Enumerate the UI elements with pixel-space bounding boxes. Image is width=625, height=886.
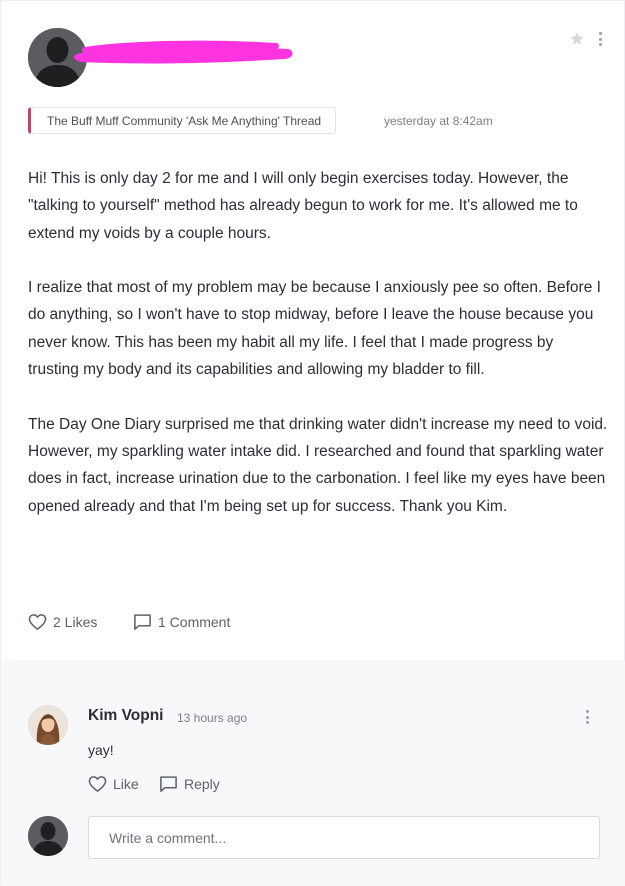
user-silhouette-icon [28,816,68,856]
comment-reply-label: Reply [184,776,220,792]
comments-label: 1 Comment [158,614,231,630]
kim-vopni-photo [28,705,68,745]
comment-icon [160,776,177,792]
star-icon[interactable] [569,31,585,47]
post-timestamp[interactable]: yesterday at 8:42am [384,114,493,128]
post-paragraph: The Day One Diary surprised me that drin… [28,415,608,515]
post-options-icon[interactable] [595,30,605,48]
heart-icon [88,776,107,792]
comment-like-label: Like [113,776,139,792]
post-paragraph: Hi! This is only day 2 for me and I will… [28,170,578,242]
comment-options-icon[interactable] [582,708,592,726]
commenter-avatar[interactable] [28,705,68,745]
comment-like-button[interactable]: Like [88,775,139,793]
post-paragraph: I realize that most of my problem may be… [28,279,601,379]
comments-button[interactable]: 1 Comment [133,613,230,631]
thread-tag-link[interactable]: The Buff Muff Community 'Ask Me Anything… [28,107,337,134]
comment-icon [134,614,151,630]
heart-icon [28,614,47,630]
current-user-avatar [28,816,68,856]
comment-input[interactable] [88,816,600,859]
comment-reply-button[interactable]: Reply [159,775,220,793]
likes-label: 2 Likes [53,614,98,630]
comment-timestamp: 13 hours ago [177,711,248,725]
likes-button[interactable]: 2 Likes [28,613,97,631]
comment-author[interactable]: Kim Vopni [88,707,164,725]
post-card: The Buff Muff Community 'Ask Me Anything… [0,0,625,886]
redacted-author-name [73,40,293,64]
post-body: Hi! This is only day 2 for me and I will… [28,165,608,547]
comment-text: yay! [88,742,114,758]
